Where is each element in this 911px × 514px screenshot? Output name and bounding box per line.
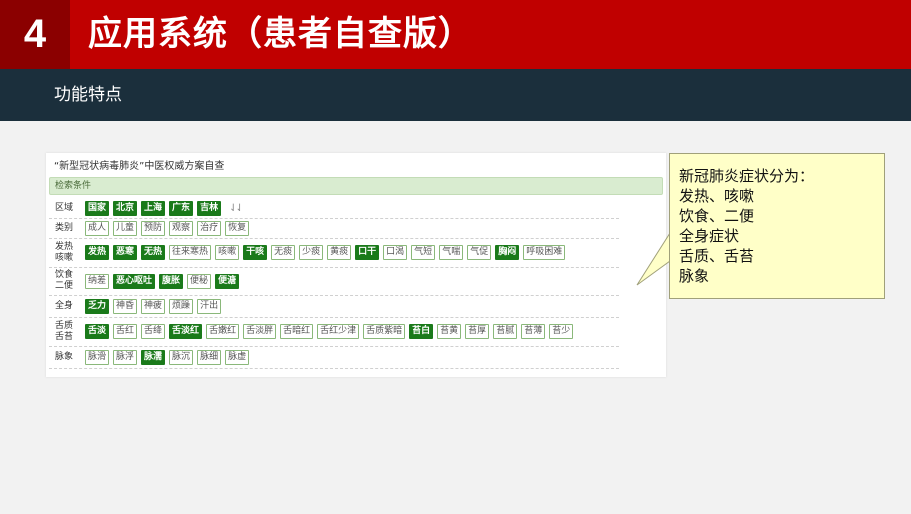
filter-label: 类别: [54, 222, 73, 233]
filter-chip[interactable]: 呼吸困难: [523, 245, 566, 260]
callout-line: 舌质、舌苔: [679, 247, 755, 265]
filter-chip[interactable]: 无痰: [271, 245, 296, 260]
callout-line: 新冠肺炎症状分为：: [679, 167, 815, 185]
filter-chips: 舌淡 舌红 舌绛 舌淡红 舌嫩红 舌淡胖 舌暗红 舌红少津 舌质紫暗 苔白 苔黄 苔厚 苔腻 苔薄 苔少: [85, 317, 574, 346]
page-subtitle: 功能特点: [54, 85, 122, 105]
filter-chip[interactable]: 舌淡胖: [243, 324, 277, 339]
filter-chip[interactable]: 脉浮: [113, 349, 138, 365]
filter-chip[interactable]: 胸闷: [495, 245, 520, 260]
filter-row-tongue: 舌质 舌苔 舌淡 舌红 舌绛 舌淡红 舌嫩红 舌淡胖 舌暗红 舌红少津 舌质紫暗 苔白 苔黄 苔厚 苔腻苔…: [49, 317, 619, 347]
filter-chip[interactable]: 舌淡: [85, 324, 110, 339]
filter-label: 舌质 舌苔: [54, 320, 73, 342]
filter-chip[interactable]: 成人: [85, 220, 110, 236]
callout-line: 脉象: [679, 267, 710, 285]
filter-chip[interactable]: 广东: [169, 201, 194, 216]
filter-chip[interactable]: 气喘: [439, 245, 464, 260]
filter-chip[interactable]: 纳差: [85, 273, 110, 289]
filter-row-region: 区域 国家 北京 上海 广东 吉林 ⇃⇃: [49, 199, 619, 219]
filter-chip[interactable]: 恶心呕吐: [113, 273, 156, 289]
filter-chip[interactable]: 苔薄: [521, 324, 546, 339]
filter-chip[interactable]: 气短: [411, 245, 436, 260]
filter-chip[interactable]: 苔厚: [465, 324, 490, 339]
filter-chip[interactable]: 治疗: [197, 220, 222, 236]
filter-chip[interactable]: 气促: [467, 245, 492, 260]
filter-chips: 成人 儿童 预防 观察 治疗 恢复: [85, 218, 250, 238]
filter-chips: 脉滑 脉浮 脉濡 脉沉 脉细 脉虚: [85, 346, 250, 368]
filter-chip[interactable]: 口干: [355, 245, 380, 260]
filter-chip[interactable]: 脉虚: [225, 349, 250, 365]
filter-row-pulse: 脉象 脉滑 脉浮 脉濡 脉沉 脉细 脉虚: [49, 346, 619, 369]
filter-chip[interactable]: 脉滑: [85, 349, 110, 365]
screenshot-panel: “新型冠状病毒肺炎”中医权威方案自查 检索条件 区域 国家 北京 上海 广东 吉林 ⇃⇃ …: [46, 153, 666, 377]
filter-chip[interactable]: 上海: [141, 201, 166, 216]
filter-chip[interactable]: 舌嫩红: [206, 324, 240, 339]
panel-title: “新型冠状病毒肺炎”中医权威方案自查: [54, 161, 225, 172]
filter-chip[interactable]: 发热: [85, 245, 110, 260]
symptom-categories-callout: 新冠肺炎症状分为： 发热、咳嗽 饮食、二便 全身症状 舌质、舌苔 脉象: [669, 153, 885, 299]
subtitle-bar: 功能特点: [0, 69, 911, 121]
callout-line: 饮食、二便: [679, 207, 755, 225]
filter-chip[interactable]: 干咳: [243, 245, 268, 260]
filter-row-fever-cough: 发热 咳嗽 发热 恶寒 无热 往来寒热 咳嗽 干咳 无痰 少痰 黄痰 口干 口渴 气短 气喘 气促 胸闷 呼吸困…: [49, 238, 619, 268]
filter-label: 饮食 二便: [54, 270, 73, 291]
filter-chip[interactable]: 恢复: [225, 220, 250, 236]
filter-label: 全身: [54, 300, 73, 311]
filter-chip[interactable]: 舌暗红: [280, 324, 314, 339]
search-conditions-header: 检索条件: [49, 177, 663, 195]
filter-chip[interactable]: 苔黄: [437, 324, 462, 339]
filter-row-whole-body: 全身 乏力 神昏 神疲 烦躁 汗出: [49, 295, 619, 318]
filter-chip[interactable]: 烦躁: [169, 298, 194, 314]
sort-arrows-icon[interactable]: ⇃⇃: [229, 203, 244, 214]
filter-label: 发热 咳嗽: [54, 241, 73, 263]
filter-chip[interactable]: 苔白: [409, 324, 434, 339]
filter-chip[interactable]: 恶寒: [113, 245, 138, 260]
filter-chip[interactable]: 舌红少津: [317, 324, 360, 339]
filter-chip[interactable]: 神昏: [113, 298, 138, 314]
filter-chip[interactable]: 神疲: [141, 298, 166, 314]
filter-chip[interactable]: 舌淡红: [169, 324, 203, 339]
filter-chip[interactable]: 咳嗽: [215, 245, 240, 260]
filter-chip[interactable]: 观察: [169, 220, 194, 236]
callout-line: 全身症状: [679, 227, 740, 245]
filter-chips: 纳差 恶心呕吐 腹胀 便秘 便溏: [85, 267, 240, 295]
filter-chip[interactable]: 脉濡: [141, 349, 166, 365]
filter-chip[interactable]: 脉沉: [169, 349, 194, 365]
callout-line: 发热、咳嗽: [679, 187, 755, 205]
section-number: 4: [0, 0, 70, 69]
filter-chip[interactable]: 汗出: [197, 298, 222, 314]
filter-chip[interactable]: 苔腻: [493, 324, 518, 339]
filter-chip[interactable]: 乏力: [85, 298, 110, 314]
filter-chip[interactable]: 儿童: [113, 220, 138, 236]
filter-chip[interactable]: 北京: [113, 201, 138, 216]
filter-chips: 乏力 神昏 神疲 烦躁 汗出: [85, 295, 222, 317]
filter-chip[interactable]: 苔少: [549, 324, 574, 339]
filter-chip[interactable]: 少痰: [299, 245, 324, 260]
filter-chip[interactable]: 国家: [85, 201, 110, 216]
filter-chip[interactable]: 便溏: [215, 273, 240, 289]
filter-label: 区域: [54, 203, 73, 213]
filter-chip[interactable]: 舌绛: [141, 324, 166, 339]
filter-chip[interactable]: 舌质紫暗: [363, 324, 406, 339]
filter-label: 脉象: [54, 351, 73, 362]
title-bar: 4 应用系统（患者自查版）: [0, 0, 911, 69]
filter-chips: 国家 北京 上海 广东 吉林 ⇃⇃: [85, 199, 244, 218]
filter-chip[interactable]: 口渴: [383, 245, 408, 260]
filter-chip[interactable]: 便秘: [187, 273, 212, 289]
filter-chip[interactable]: 往来寒热: [169, 245, 212, 260]
filter-chip[interactable]: 预防: [141, 220, 166, 236]
filter-chip[interactable]: 吉林: [197, 201, 222, 216]
filter-chip[interactable]: 脉细: [197, 349, 222, 365]
filter-chip[interactable]: 黄痰: [327, 245, 352, 260]
page-title: 应用系统（患者自查版）: [88, 14, 473, 54]
filter-row-diet: 饮食 二便 纳差 恶心呕吐 腹胀 便秘 便溏: [49, 267, 619, 296]
filter-chip[interactable]: 舌红: [113, 324, 138, 339]
filter-chip[interactable]: 腹胀: [159, 273, 184, 289]
filter-row-category: 类别 成人 儿童 预防 观察 治疗 恢复: [49, 218, 619, 239]
filter-chips: 发热 恶寒 无热 往来寒热 咳嗽 干咳 无痰 少痰 黄痰 口干 口渴 气短 气喘 气促 胸闷 呼吸困难: [85, 238, 566, 267]
filter-chip[interactable]: 无热: [141, 245, 166, 260]
